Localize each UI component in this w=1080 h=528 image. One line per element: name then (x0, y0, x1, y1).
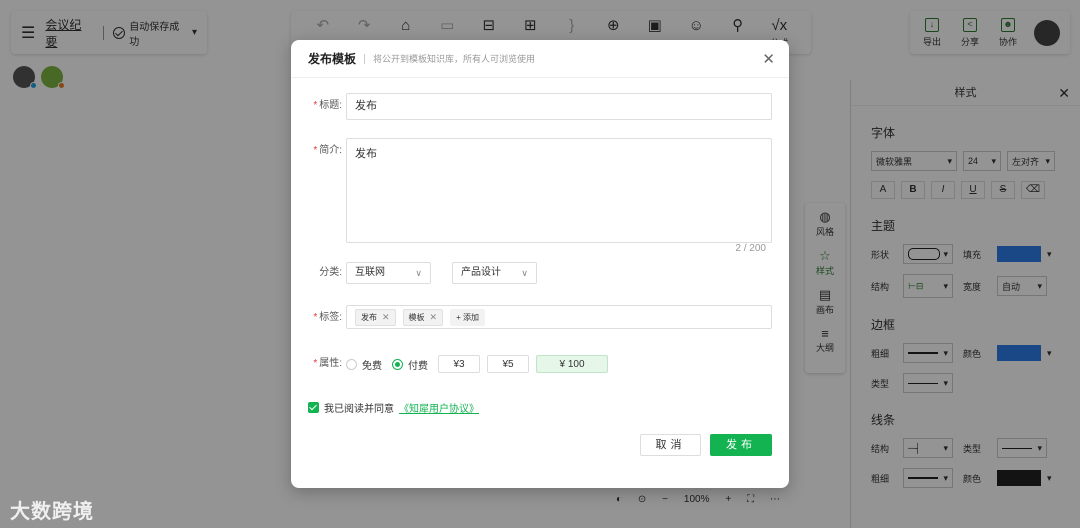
close-icon[interactable]: ✕ (382, 312, 390, 323)
tag-chip: 模板 ✕ (402, 308, 444, 326)
category-row: 分类: 互联网 ∨ 产品设计 ∨ (308, 262, 537, 284)
chevron-down-icon: ∨ (415, 268, 422, 278)
cancel-button[interactable]: 取消 (640, 434, 701, 456)
free-radio[interactable]: 免费 (346, 357, 382, 372)
char-counter: 2 / 200 (735, 243, 766, 254)
dialog-title: 发布模板 (308, 52, 357, 66)
add-tag-button[interactable]: + 添加 (450, 308, 485, 326)
divider (364, 53, 366, 64)
title-row: * 标题: 发布 (308, 93, 772, 120)
category-label: 分类: (319, 267, 342, 278)
close-icon[interactable]: ✕ (430, 312, 438, 323)
intro-row: * 简介: 发布 (308, 138, 772, 243)
dialog-subtitle: 将公开到模板知识库，所有人可浏览使用 (373, 54, 536, 64)
close-icon[interactable]: ✕ (762, 50, 775, 68)
title-input[interactable]: 发布 (346, 93, 772, 120)
publish-button[interactable]: 发布 (710, 434, 772, 456)
attr-row: * 属性: 免费 付费 ¥3 ¥5 ¥ 100 (308, 352, 615, 376)
paid-radio[interactable]: 付费 (392, 357, 428, 372)
tag-chip: 发布 ✕ (355, 308, 396, 326)
category-select-primary[interactable]: 互联网 ∨ (346, 262, 431, 284)
publish-template-dialog: 发布模板 将公开到模板知识库，所有人可浏览使用 ✕ * 标题: 发布 * 简介: 发… (291, 40, 789, 488)
dialog-header: 发布模板 将公开到模板知识库，所有人可浏览使用 (291, 40, 789, 78)
tags-input[interactable]: 发布 ✕ 模板 ✕ + 添加 (346, 305, 772, 329)
intro-label: * 简介: (313, 145, 342, 156)
category-select-secondary[interactable]: 产品设计 ∨ (452, 262, 537, 284)
agree-text: 我已阅读并同意 (324, 404, 394, 415)
intro-textarea[interactable]: 发布 (346, 138, 772, 243)
tags-label: * 标签: (313, 312, 342, 323)
attr-label: * 属性: (313, 358, 342, 369)
agreement-link[interactable]: 《知犀用户协议》 (399, 400, 479, 415)
agreement-row: 我已阅读并同意 《知犀用户协议》 (308, 400, 479, 415)
agree-checkbox[interactable] (308, 402, 319, 413)
price-option-selected[interactable]: ¥ 100 (536, 355, 608, 373)
tags-row: * 标签: 发布 ✕ 模板 ✕ + 添加 (308, 305, 772, 331)
price-option[interactable]: ¥3 (438, 355, 480, 373)
title-label: * 标题: (313, 100, 342, 111)
chevron-down-icon: ∨ (521, 268, 528, 278)
price-option[interactable]: ¥5 (487, 355, 529, 373)
watermark-logo: 大数跨境 (10, 501, 94, 523)
